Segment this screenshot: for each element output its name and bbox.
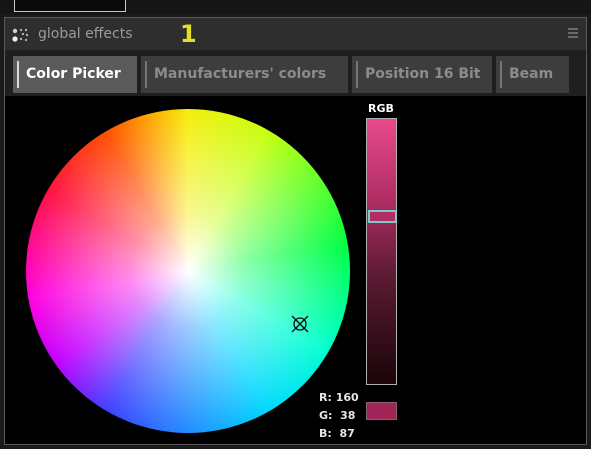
tab-bar: Color Picker Manufacturers' colors Posit… — [5, 50, 586, 96]
panel-title: global effects — [38, 26, 133, 42]
tab-beam[interactable]: Beam — [496, 56, 569, 93]
tab-manufacturers-colors[interactable]: Manufacturers' colors — [141, 56, 348, 93]
green-label: G: — [319, 409, 333, 422]
toolbar-button[interactable] — [14, 0, 126, 12]
red-value: 160 — [335, 391, 359, 404]
panel-number-badge: 1 — [180, 20, 197, 48]
top-strip — [0, 0, 591, 14]
green-value: 38 — [340, 409, 356, 422]
rgb-brightness-slider[interactable] — [366, 118, 397, 385]
green-readout: G: 38 — [319, 409, 355, 422]
color-wheel[interactable] — [26, 109, 350, 433]
panel-titlebar[interactable]: global effects 1 — [5, 18, 586, 50]
blue-label: B: — [319, 427, 332, 440]
red-readout: R: 160 — [319, 391, 359, 404]
blue-value: 87 — [339, 427, 355, 440]
global-effects-panel: global effects 1 Color Picker Manufactur… — [4, 17, 587, 445]
color-picker-content: RGB R: 160 G: 38 B: 87 — [5, 96, 586, 444]
slider-handle[interactable] — [368, 210, 397, 223]
effects-icon — [12, 28, 29, 42]
tab-color-picker[interactable]: Color Picker — [13, 56, 137, 93]
menu-icon[interactable] — [568, 28, 578, 39]
color-cursor-icon[interactable] — [289, 313, 311, 335]
tab-position-16-bit[interactable]: Position 16 Bit — [352, 56, 492, 93]
red-label: R: — [319, 391, 332, 404]
rgb-slider-label: RGB — [368, 102, 394, 115]
blue-readout: B: 87 — [319, 427, 355, 440]
selected-color-swatch — [366, 402, 397, 420]
